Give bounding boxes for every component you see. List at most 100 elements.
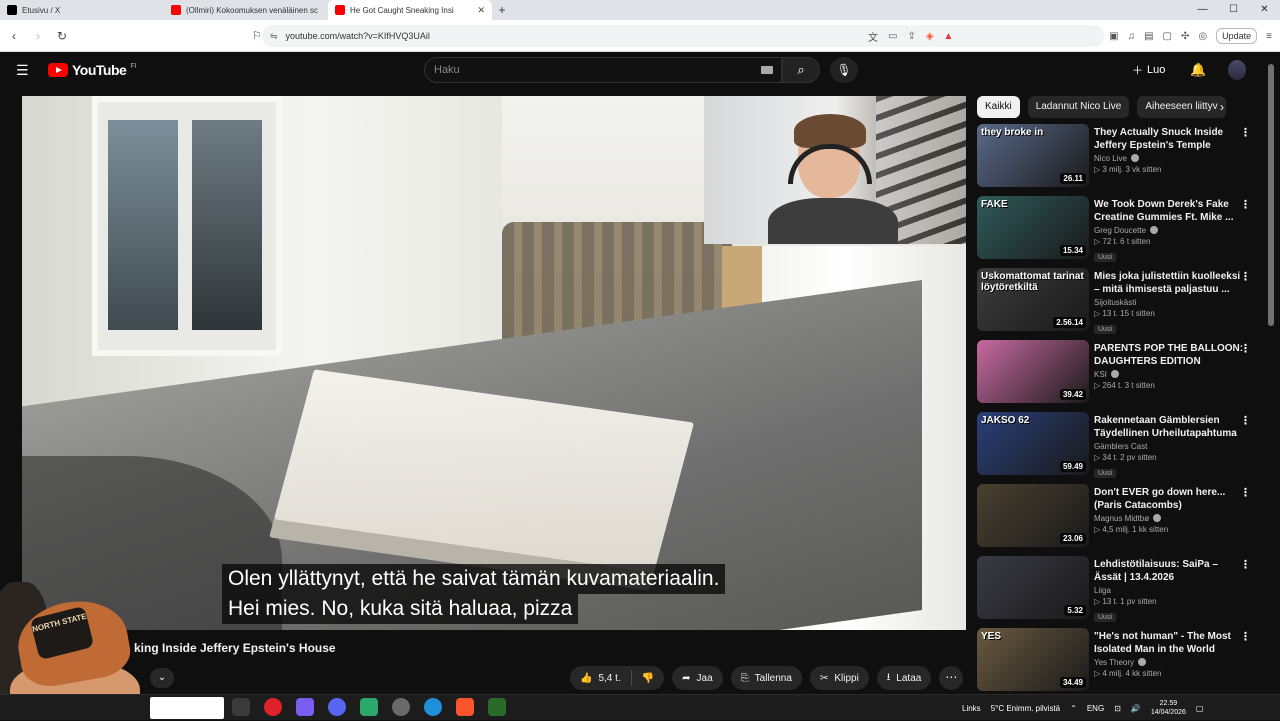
like-button[interactable]: 👍 5,4 t. bbox=[570, 673, 631, 684]
recommendation-channel[interactable]: Nico Live bbox=[1094, 154, 1244, 163]
tab-youtube-1[interactable]: (Ollmiri) Kokoomuksen venäläinen sc bbox=[164, 0, 328, 20]
sidebar-icon[interactable]: ▣ bbox=[1109, 31, 1118, 42]
dislike-button[interactable]: 👎 bbox=[632, 673, 664, 684]
recommendation-thumbnail[interactable]: 39.42 bbox=[977, 340, 1089, 403]
menu-icon[interactable]: ≡ bbox=[1266, 31, 1272, 42]
video-player[interactable]: Olen yllättynyt, että he saivat tämän ku… bbox=[22, 96, 966, 630]
keyboard-icon[interactable] bbox=[761, 66, 773, 74]
recommendation-channel[interactable]: Gämblers Cast bbox=[1094, 442, 1244, 451]
address-bar[interactable]: ⇋ youtube.com/watch?v=KIfHVQ3UAil bbox=[262, 25, 1104, 47]
recommendation-item[interactable]: Uskomattomat tarinat löytöretkiltä 2.56.… bbox=[977, 268, 1265, 340]
recommendation-menu-icon[interactable]: ⋮ bbox=[1240, 342, 1251, 355]
site-info-icon[interactable]: ⇋ bbox=[270, 31, 278, 42]
tab-x[interactable]: Etusivu / X bbox=[0, 0, 164, 20]
chip-related[interactable]: Aiheeseen liittyv bbox=[1137, 96, 1226, 118]
chip-all[interactable]: Kaikki bbox=[977, 96, 1020, 118]
reload-icon[interactable]: ↻ bbox=[52, 29, 72, 43]
recommendation-title[interactable]: Mies joka julistettiin kuolleeksi – mitä… bbox=[1094, 270, 1244, 296]
green-app-icon[interactable] bbox=[360, 698, 378, 716]
clip-button[interactable]: ✂ Klippi bbox=[809, 666, 869, 690]
recommendation-channel[interactable]: KSI bbox=[1094, 370, 1244, 379]
vpn-icon[interactable]: ◎ bbox=[1198, 31, 1207, 42]
tab-youtube-active[interactable]: He Got Caught Sneaking Insi ✕ bbox=[328, 0, 492, 20]
recommendation-thumbnail[interactable]: YES 34.49 bbox=[977, 628, 1089, 691]
tray-overflow-icon[interactable]: ⌃ bbox=[1070, 704, 1077, 713]
recommendation-menu-icon[interactable]: ⋮ bbox=[1240, 558, 1251, 571]
more-actions-icon[interactable]: ⋯ bbox=[939, 666, 964, 690]
play-app-icon[interactable] bbox=[488, 698, 506, 716]
recommendation-item[interactable]: JAKSO 62 59.49 Rakennetaan Gämblersien T… bbox=[977, 412, 1265, 484]
wallet-icon[interactable]: ▢ bbox=[1163, 31, 1172, 42]
recommendation-thumbnail[interactable]: they broke in 26.11 bbox=[977, 124, 1089, 187]
volume-icon[interactable]: 🔊 bbox=[1131, 704, 1141, 713]
account-avatar[interactable] bbox=[1228, 60, 1246, 80]
youtube-logo[interactable]: YouTube FI bbox=[48, 62, 137, 78]
recommendation-menu-icon[interactable]: ⋮ bbox=[1240, 270, 1251, 283]
brave-rewards-icon[interactable]: ▲ bbox=[944, 31, 954, 42]
tab-close-icon[interactable]: ✕ bbox=[477, 5, 485, 16]
share-button[interactable]: ➦ Jaa bbox=[672, 666, 723, 690]
recommendation-thumbnail[interactable]: 5.32 bbox=[977, 556, 1089, 619]
recommendation-title[interactable]: They Actually Snuck Inside Jeffery Epste… bbox=[1094, 126, 1244, 152]
scrollbar-thumb[interactable] bbox=[1268, 64, 1274, 326]
brave-shields-icon[interactable]: ◈ bbox=[926, 31, 934, 42]
expand-description-chevron-icon[interactable]: ⌄ bbox=[150, 668, 174, 688]
guide-menu-icon[interactable]: ☰ bbox=[16, 62, 29, 79]
recommendation-menu-icon[interactable]: ⋮ bbox=[1240, 630, 1251, 643]
links-toolbar[interactable]: Links bbox=[962, 704, 981, 713]
recommendation-menu-icon[interactable]: ⋮ bbox=[1240, 198, 1251, 211]
create-button[interactable]: ＋ Luo bbox=[1124, 60, 1173, 80]
voice-search-icon[interactable]: 🎙 bbox=[830, 57, 858, 83]
cast-icon[interactable]: ▭ bbox=[888, 31, 897, 42]
translate-icon[interactable]: 文 bbox=[868, 29, 878, 44]
recommendation-channel[interactable]: Liiga bbox=[1094, 586, 1244, 595]
recommendation-item[interactable]: 5.32 Lehdistötilaisuus: SaiPa – Ässät | … bbox=[977, 556, 1265, 628]
edge-icon[interactable] bbox=[424, 698, 442, 716]
forward-icon[interactable]: › bbox=[28, 29, 48, 43]
settings-gear-icon[interactable] bbox=[392, 698, 410, 716]
close-window-button[interactable]: ✕ bbox=[1249, 0, 1280, 20]
back-icon[interactable]: ‹ bbox=[4, 29, 24, 43]
recommendation-menu-icon[interactable]: ⋮ bbox=[1240, 486, 1251, 499]
minimize-button[interactable]: — bbox=[1187, 0, 1218, 20]
new-tab-button[interactable]: + bbox=[492, 3, 512, 17]
recommendation-menu-icon[interactable]: ⋮ bbox=[1240, 126, 1251, 139]
download-button[interactable]: ⭳ Lataa bbox=[876, 666, 932, 690]
notifications-icon[interactable]: ▢ bbox=[1196, 704, 1204, 713]
taskbar-clock[interactable]: 22.59 14/04/2026 bbox=[1151, 699, 1186, 717]
save-button[interactable]: ⎘ Tallenna bbox=[730, 666, 802, 690]
recommendation-channel[interactable]: Magnus Midtbø bbox=[1094, 514, 1244, 523]
recommendation-title[interactable]: Rakennetaan Gämblersien Täydellinen Urhe… bbox=[1094, 414, 1244, 440]
bookmark-icon[interactable]: ⚐ bbox=[252, 29, 262, 42]
taskbar-search-box[interactable] bbox=[150, 697, 224, 719]
chips-next-arrow-icon[interactable]: › bbox=[1220, 100, 1224, 114]
recommendation-thumbnail[interactable]: 23.06 bbox=[977, 484, 1089, 547]
opera-icon[interactable] bbox=[264, 698, 282, 716]
update-button[interactable]: Update bbox=[1216, 28, 1258, 44]
maximize-button[interactable]: ☐ bbox=[1218, 0, 1249, 20]
share-page-icon[interactable]: ⇪ bbox=[907, 31, 915, 42]
page-scrollbar[interactable] bbox=[1268, 60, 1274, 690]
recommendation-item[interactable]: they broke in 26.11 They Actually Snuck … bbox=[977, 124, 1265, 196]
weather-widget[interactable]: 5°C Enimm. pilvistä bbox=[991, 704, 1060, 713]
recommendation-item[interactable]: 39.42 PARENTS POP THE BALLOON: DAUGHTERS… bbox=[977, 340, 1265, 412]
recommendation-title[interactable]: PARENTS POP THE BALLOON: DAUGHTERS EDITI… bbox=[1094, 342, 1244, 368]
media-icon[interactable]: ♫ bbox=[1128, 31, 1136, 42]
network-icon[interactable]: ⊡ bbox=[1114, 704, 1121, 713]
figma-like-app-icon[interactable] bbox=[296, 698, 314, 716]
chip-uploader[interactable]: Ladannut Nico Live bbox=[1027, 96, 1130, 118]
recommendation-item[interactable]: 23.06 Don't EVER go down here... (Paris … bbox=[977, 484, 1265, 556]
recommendation-channel[interactable]: Sijoituskästi bbox=[1094, 298, 1244, 307]
recommendation-thumbnail[interactable]: FAKE 15.34 bbox=[977, 196, 1089, 259]
notifications-bell-icon[interactable]: 🔔 bbox=[1190, 62, 1206, 78]
search-button[interactable]: ⌕ bbox=[782, 57, 820, 83]
recommendation-menu-icon[interactable]: ⋮ bbox=[1240, 414, 1251, 427]
recommendation-title[interactable]: Lehdistötilaisuus: SaiPa – Ässät | 13.4.… bbox=[1094, 558, 1244, 584]
discord-icon[interactable] bbox=[328, 698, 346, 716]
task-view-icon[interactable] bbox=[232, 698, 250, 716]
recommendation-item[interactable]: YES 34.49 "He's not human" - The Most Is… bbox=[977, 628, 1265, 700]
recommendation-thumbnail[interactable]: Uskomattomat tarinat löytöretkiltä 2.56.… bbox=[977, 268, 1089, 331]
recommendation-thumbnail[interactable]: JAKSO 62 59.49 bbox=[977, 412, 1089, 475]
recommendation-title[interactable]: Don't EVER go down here... (Paris Cataco… bbox=[1094, 486, 1244, 512]
brave-browser-icon[interactable] bbox=[456, 698, 474, 716]
